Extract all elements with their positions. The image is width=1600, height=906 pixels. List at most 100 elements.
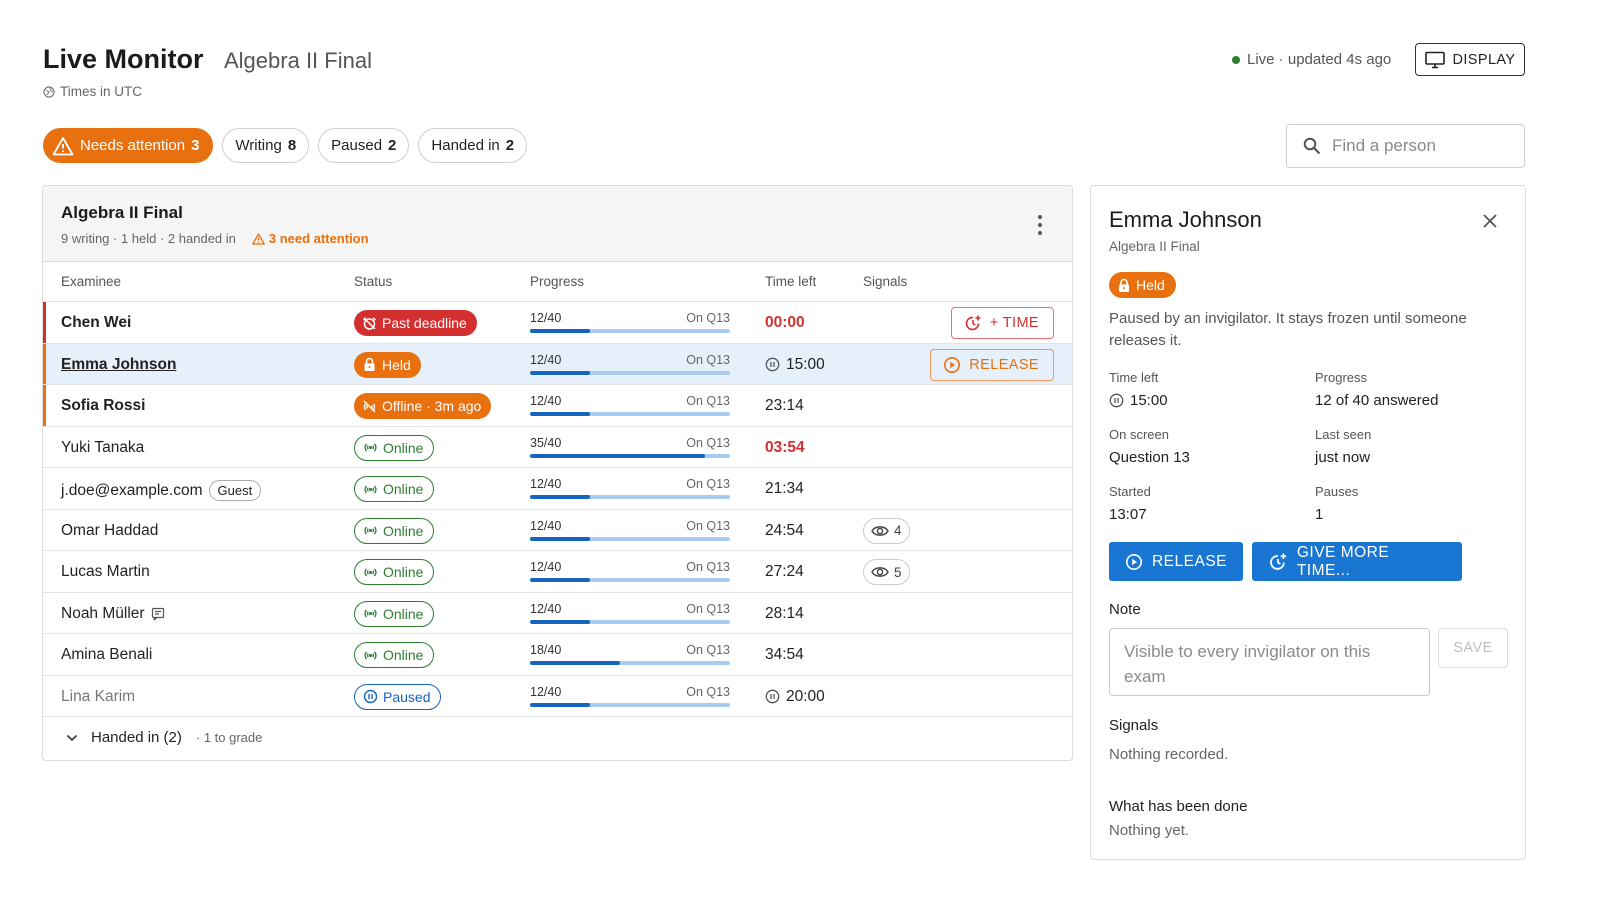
release-label: RELEASE: [1151, 552, 1227, 570]
display-label: DISPLAY: [1452, 51, 1516, 68]
filter-writing[interactable]: Writing 8: [222, 128, 310, 163]
note-icon[interactable]: [151, 607, 165, 621]
search-icon: [1303, 137, 1321, 155]
panel-title: Algebra II Final: [61, 203, 183, 222]
status-badge: Offline · 3m ago: [354, 393, 492, 419]
field-value: Question 13: [1109, 449, 1190, 466]
examinee-name: Yuki Tanaka: [61, 438, 145, 456]
examinee-name-link[interactable]: Emma Johnson: [61, 356, 176, 374]
filter-label: Handed in: [431, 137, 500, 154]
display-button[interactable]: DISPLAY: [1415, 43, 1525, 76]
table-row[interactable]: Chen Wei Past deadline 12/40 On Q13 00:00…: [43, 302, 1072, 344]
table-row[interactable]: Lucas Martin Online 12/40 On Q13 27:24 5: [43, 551, 1072, 593]
close-icon[interactable]: [1481, 212, 1499, 230]
filter-paused[interactable]: Paused 2: [318, 128, 410, 163]
release-button[interactable]: RELEASE: [930, 348, 1054, 381]
release-button[interactable]: RELEASE: [1109, 542, 1243, 581]
field-value: 13:07: [1109, 506, 1147, 523]
field-label: Started: [1109, 484, 1151, 499]
status-badge: Online: [354, 434, 435, 461]
pause-icon: [765, 357, 780, 372]
time-left: 03:54: [765, 438, 805, 456]
search-input[interactable]: [1332, 136, 1512, 156]
on-screen-field: On screen Question 13: [1109, 427, 1190, 466]
status-label: Online: [383, 522, 424, 539]
status-badge: Past deadline: [354, 310, 477, 336]
progress-fill: [530, 536, 590, 541]
field-label: On screen: [1109, 427, 1169, 442]
time-left-cell: 20:00: [765, 688, 825, 706]
status-description: Paused by an invigilator. It stays froze…: [1109, 310, 1467, 349]
more-menu-icon[interactable]: [1037, 215, 1043, 235]
signals-count: 4: [894, 523, 902, 538]
give-more-time-label: GIVE MORE TIME...: [1296, 543, 1390, 579]
progress-track: [530, 412, 730, 416]
field-label: Last seen: [1315, 427, 1372, 442]
time-left: 00:00: [765, 314, 805, 331]
field-value: 12 of 40 answered: [1315, 392, 1439, 409]
handed-in-toggle[interactable]: Handed in (2) · 1 to grade: [43, 717, 1072, 757]
status-badge: Online: [354, 559, 435, 585]
time-left: 15:00: [786, 355, 825, 373]
table-row[interactable]: j.doe@example.com Guest Online 12/40 On Q…: [43, 468, 1072, 510]
eye-icon: [871, 567, 889, 577]
examinee-name: Sofia Rossi: [61, 397, 146, 414]
timezone-label: Times in UTC: [60, 84, 143, 99]
field-value: 15:00: [1130, 392, 1168, 409]
current-question: On Q13: [686, 560, 730, 574]
progress-count: 12/40: [530, 601, 562, 616]
table-row[interactable]: Lina Karim Paused 12/40 On Q13 20:00: [43, 676, 1072, 717]
field-label: Time left: [1109, 370, 1159, 385]
current-question: On Q13: [686, 477, 730, 491]
current-question: On Q13: [686, 684, 730, 699]
status-label: Online: [383, 605, 424, 622]
table-row[interactable]: Amina Benali Online 18/40 On Q13 34:54: [43, 634, 1072, 676]
broadcast-icon: [364, 609, 377, 618]
table-row[interactable]: Omar Haddad Online 12/40 On Q13 24:54 4: [43, 510, 1072, 551]
col-progress: Progress: [530, 274, 585, 289]
progress-fill: [530, 412, 590, 416]
detail-name: Emma Johnson: [1109, 207, 1262, 232]
monitor-icon: [1424, 51, 1445, 68]
signals-count: 5: [894, 564, 902, 580]
filter-needs-attention[interactable]: Needs attention 3: [43, 128, 214, 163]
handed-in-sub: · 1 to grade: [195, 730, 263, 745]
pause-icon: [765, 689, 780, 704]
table-row[interactable]: Yuki Tanaka Online 35/40 On Q13 03:54: [43, 427, 1072, 468]
handed-in-label: Handed in (2): [91, 729, 182, 746]
panel-header: Algebra II Final 9 writing · 1 held · 2 …: [43, 186, 1072, 262]
broadcast-icon: [364, 526, 377, 535]
status-badge: Online: [354, 642, 435, 668]
table-row[interactable]: Sofia Rossi Offline · 3m ago 12/40 On Q13…: [43, 385, 1072, 427]
status-label: Offline · 3m ago: [382, 398, 482, 414]
table-row[interactable]: Noah Müller Online 12/40 On Q13 28:14: [43, 593, 1072, 634]
filter-count: 2: [388, 137, 397, 154]
broadcast-icon: [364, 651, 377, 659]
filter-chips: Needs attention 3 Writing 8 Paused 2 Han…: [43, 128, 528, 163]
broadcast-icon: [364, 443, 377, 452]
status-badge: Held: [1109, 272, 1176, 298]
signals-chip[interactable]: 4: [863, 517, 910, 544]
table-row[interactable]: Emma Johnson Held 12/40 On Q13 15:00 RELE…: [43, 343, 1072, 385]
progress-track: [530, 702, 730, 707]
progress-track: [530, 370, 730, 375]
give-more-time-button[interactable]: GIVE MORE TIME...: [1252, 542, 1462, 581]
lock-icon: [364, 357, 375, 371]
progress-count: 12/40: [530, 518, 562, 533]
add-time-button[interactable]: + TIME: [950, 307, 1054, 339]
play-circle-icon: [1125, 553, 1142, 570]
signals-chip[interactable]: 5: [863, 559, 910, 585]
progress: 12/40 On Q13: [530, 602, 730, 624]
filter-handed-in[interactable]: Handed in 2: [418, 128, 528, 163]
time-left-cell: 15:00: [765, 356, 825, 374]
examinee-name: Noah Müller: [61, 604, 145, 622]
current-question: On Q13: [686, 311, 730, 325]
progress-fill: [530, 578, 590, 582]
note-field[interactable]: [1109, 628, 1430, 696]
field-value: 1: [1315, 506, 1324, 523]
filter-count: 8: [287, 137, 297, 154]
status-label: Online: [383, 481, 424, 497]
save-button[interactable]: SAVE: [1438, 628, 1508, 668]
table-header: Examinee Status Progress Time left Signa…: [43, 262, 1072, 302]
progress-fill: [530, 495, 590, 499]
